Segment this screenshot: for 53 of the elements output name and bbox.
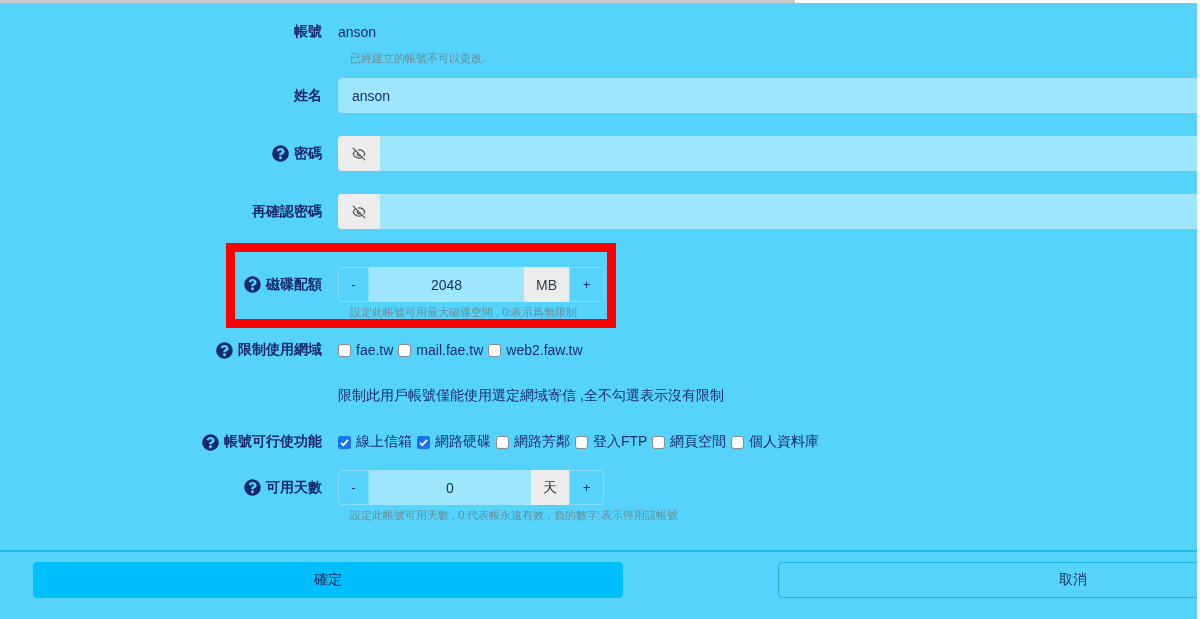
- password-field[interactable]: [380, 194, 1197, 229]
- help-icon[interactable]: [272, 145, 289, 162]
- confirm-button[interactable]: 確定: [33, 562, 623, 598]
- checkbox-label: 線上信箱: [356, 433, 412, 451]
- field-hint: 設定此帳號可用天數 , 0:代表帳永遠有效 , 負的數字:表示停用該帳號: [349, 508, 678, 522]
- show-password-button[interactable]: [338, 194, 380, 229]
- checkbox-label: mail.fae.tw: [416, 342, 484, 358]
- number-field[interactable]: 2048: [369, 267, 524, 302]
- field-hint: 設定此帳號可用最大磁碟空間 , 0:表示爲無限制: [349, 305, 578, 319]
- account-value: anson: [338, 24, 377, 40]
- checkbox-label: web2.faw.tw: [506, 342, 583, 358]
- unit-label: 天: [531, 470, 569, 505]
- field-label: 密碼: [294, 144, 322, 163]
- cancel-button[interactable]: 取消: [778, 562, 1197, 598]
- field-label: 可用天數: [266, 478, 322, 497]
- decrement-button[interactable]: -: [338, 267, 369, 302]
- help-icon[interactable]: [244, 479, 261, 496]
- checkbox-label: 網頁空間: [670, 433, 727, 451]
- help-icon[interactable]: [216, 341, 233, 359]
- eye-slash-icon: [352, 146, 366, 161]
- checkbox[interactable]: [398, 343, 412, 357]
- field-label: 限制使用網域: [238, 341, 322, 359]
- checkbox[interactable]: [488, 343, 502, 357]
- field-hint: 已經建立的帳號不可以更改.: [349, 51, 486, 65]
- checkbox-label: fae.tw: [356, 342, 394, 358]
- field-label: 帳號可行使功能: [224, 433, 322, 451]
- field-note: 限制此用戶帳號僅能使用選定網域寄信 ,全不勾選表示沒有限制: [338, 386, 724, 405]
- checkbox-label: 網路芳鄰: [514, 433, 570, 451]
- checkbox[interactable]: [417, 435, 430, 449]
- number-field[interactable]: 0: [369, 470, 531, 505]
- checkbox[interactable]: [575, 435, 588, 449]
- help-icon[interactable]: [202, 433, 219, 451]
- increment-button[interactable]: +: [569, 267, 604, 302]
- checkbox[interactable]: [731, 435, 745, 449]
- field-label: 磁碟配額: [266, 275, 322, 294]
- increment-button[interactable]: +: [569, 470, 604, 505]
- name-field[interactable]: anson: [338, 78, 1197, 113]
- unit-label: MB: [524, 267, 569, 302]
- checkbox[interactable]: [496, 435, 509, 449]
- field-label: 再確認密碼: [252, 202, 322, 221]
- checkbox[interactable]: [338, 343, 351, 357]
- decrement-button[interactable]: -: [338, 470, 369, 505]
- field-label: 帳號: [294, 23, 322, 41]
- checkbox-label: 登入FTP: [593, 433, 648, 451]
- field-label: 姓名: [294, 86, 322, 105]
- checkbox-label: 個人資料庫: [749, 433, 820, 451]
- password-field[interactable]: [380, 136, 1197, 171]
- show-password-button[interactable]: [338, 136, 380, 171]
- checkbox-label: 網路硬碟: [435, 433, 491, 451]
- eye-slash-icon: [352, 204, 366, 219]
- checkbox[interactable]: [338, 435, 351, 449]
- help-icon[interactable]: [244, 276, 261, 293]
- checkbox[interactable]: [652, 435, 666, 449]
